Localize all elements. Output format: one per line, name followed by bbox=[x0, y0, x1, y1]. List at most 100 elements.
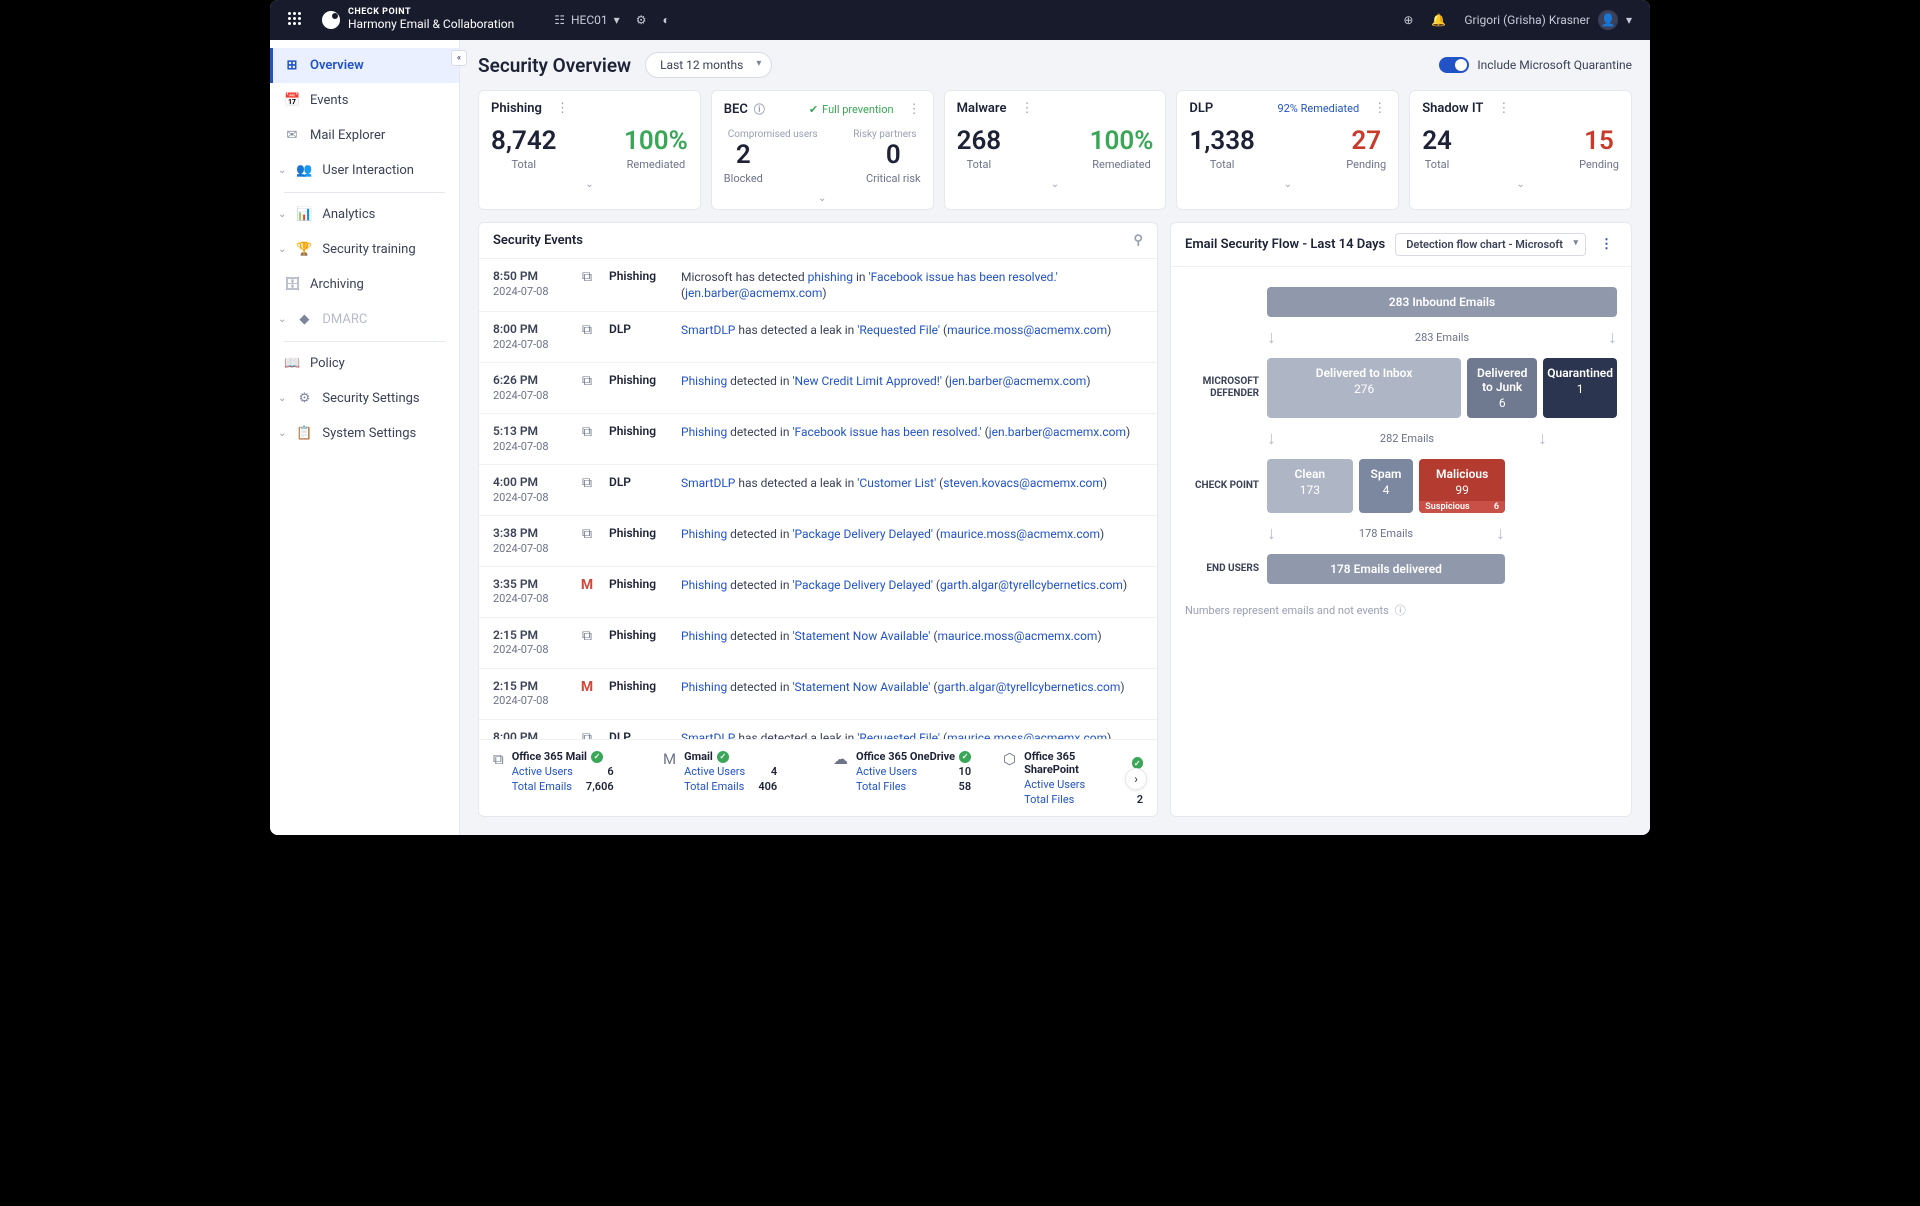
event-row[interactable]: 4:00 PM2024-07-08⧉DLPSmartDLP has detect… bbox=[479, 465, 1157, 516]
card-menu-icon[interactable]: ⋮ bbox=[908, 102, 921, 117]
expand-icon[interactable]: ⌄ bbox=[957, 179, 1154, 190]
flow-bar-spam[interactable]: Spam4 bbox=[1359, 459, 1414, 513]
card-title: BEC bbox=[724, 102, 748, 117]
sidebar-item-overview[interactable]: ⊞Overview bbox=[270, 48, 459, 83]
event-type: DLP bbox=[609, 730, 667, 740]
sidebar-label: User Interaction bbox=[322, 163, 414, 178]
info-icon[interactable]: ⓘ bbox=[1395, 602, 1406, 618]
info-icon[interactable]: ⓘ bbox=[754, 101, 765, 117]
arrow-down-icon: ↓ bbox=[1267, 327, 1276, 348]
event-source-icon: ⧉ bbox=[579, 322, 595, 338]
event-description: Phishing detected in 'Package Delivery D… bbox=[681, 577, 1143, 593]
event-row[interactable]: 3:38 PM2024-07-08⧉PhishingPhishing detec… bbox=[479, 516, 1157, 567]
sidebar-label: DMARC bbox=[322, 312, 367, 327]
notifications-bell-icon[interactable]: 🔔 bbox=[1431, 13, 1446, 27]
event-type: Phishing bbox=[609, 628, 667, 642]
sidebar-item-archiving[interactable]: 🗄Archiving bbox=[270, 267, 459, 302]
quarantine-toggle[interactable] bbox=[1439, 57, 1469, 73]
tenant-selector[interactable]: ☷ HEC01 ▾ bbox=[554, 13, 619, 27]
card-menu-icon[interactable]: ⋮ bbox=[1373, 101, 1386, 116]
card-title: Phishing bbox=[491, 101, 542, 116]
sidebar-icon: ◆ bbox=[296, 312, 312, 327]
event-row[interactable]: 8:00 PM2024-07-08⧉DLPSmartDLP has detect… bbox=[479, 312, 1157, 363]
flow-bar-clean[interactable]: Clean173 bbox=[1267, 459, 1353, 513]
event-source-icon: ⧉ bbox=[579, 730, 595, 740]
service-office-365-mail[interactable]: ⧉Office 365 Mail ✓Active Users6Total Ema… bbox=[493, 750, 633, 793]
flow-menu-icon[interactable]: ⋮ bbox=[1596, 237, 1617, 252]
event-source-icon: ⧉ bbox=[579, 475, 595, 491]
service-stat-key: Total Emails bbox=[684, 780, 744, 793]
event-row[interactable]: 2:15 PM2024-07-08MPhishingPhishing detec… bbox=[479, 669, 1157, 720]
user-name: Grigori (Grisha) Krasner bbox=[1464, 13, 1590, 27]
event-row[interactable]: 2:15 PM2024-07-08⧉PhishingPhishing detec… bbox=[479, 618, 1157, 669]
chevron-icon: ⌄ bbox=[278, 314, 286, 325]
card-malware: Malware⋮268Total100%Remediated⌄ bbox=[944, 90, 1167, 210]
event-row[interactable]: 8:50 PM2024-07-08⧉PhishingMicrosoft has … bbox=[479, 259, 1157, 312]
event-time: 8:00 PM2024-07-08 bbox=[493, 322, 565, 352]
sidebar-label: Security Settings bbox=[322, 391, 419, 406]
settings-gear-icon[interactable]: ⚙ bbox=[636, 13, 647, 27]
card-menu-icon[interactable]: ⋮ bbox=[1497, 101, 1510, 116]
event-row[interactable]: 6:26 PM2024-07-08⧉PhishingPhishing detec… bbox=[479, 363, 1157, 414]
flow-bar-quarantined[interactable]: Quarantined1 bbox=[1543, 358, 1617, 418]
flow-cp-label: CHECK POINT bbox=[1185, 480, 1267, 492]
services-next-button[interactable]: › bbox=[1125, 768, 1147, 790]
sidebar-item-user-interaction[interactable]: ⌄👥User Interaction bbox=[270, 153, 459, 188]
event-source-icon: ⧉ bbox=[579, 526, 595, 542]
event-row[interactable]: 5:13 PM2024-07-08⧉PhishingPhishing detec… bbox=[479, 414, 1157, 465]
card-menu-icon[interactable]: ⋮ bbox=[1020, 101, 1033, 116]
user-menu[interactable]: Grigori (Grisha) Krasner 👤 ▾ bbox=[1464, 10, 1632, 30]
service-icon: ☁ bbox=[833, 750, 848, 768]
flow-bar-malicious[interactable]: Malicious99Suspicious6 bbox=[1419, 459, 1505, 513]
card-shadow-it: Shadow IT⋮24Total15Pending⌄ bbox=[1409, 90, 1632, 210]
flow-bar-delivered-to-inbox[interactable]: Delivered to Inbox276 bbox=[1267, 358, 1461, 418]
metric-value: 100% bbox=[1090, 128, 1154, 154]
chevron-icon: ⌄ bbox=[278, 209, 286, 220]
sidebar-item-events[interactable]: 📅Events bbox=[270, 83, 459, 118]
shield-check-icon: ✔ bbox=[809, 103, 818, 116]
service-stat-key: Active Users bbox=[684, 765, 745, 778]
sidebar-item-policy[interactable]: 📖Policy bbox=[270, 346, 459, 381]
sidebar-item-security-training[interactable]: ⌄🏆Security training bbox=[270, 232, 459, 267]
flow-chart-selector[interactable]: Detection flow chart - Microsoft bbox=[1395, 233, 1586, 256]
event-type: Phishing bbox=[609, 679, 667, 693]
metric-value: 268 bbox=[957, 128, 1002, 154]
event-time: 8:50 PM2024-07-08 bbox=[493, 269, 565, 299]
metric-value: 100% bbox=[624, 128, 688, 154]
expand-icon[interactable]: ⌄ bbox=[1189, 179, 1386, 190]
expand-icon[interactable]: ⌄ bbox=[724, 193, 921, 204]
apps-grid-icon[interactable] bbox=[288, 12, 304, 28]
sidebar-collapse-button[interactable]: « bbox=[451, 50, 467, 66]
period-selector[interactable]: Last 12 months bbox=[645, 52, 772, 78]
event-type: Phishing bbox=[609, 577, 667, 591]
metric-value: 15 bbox=[1579, 128, 1619, 154]
service-stat-val: 7,606 bbox=[586, 780, 614, 793]
help-icon[interactable]: ⊕ bbox=[1403, 13, 1413, 27]
flow-bar-delivered-to-junk[interactable]: Delivered to Junk6 bbox=[1467, 358, 1537, 418]
sidebar-item-mail-explorer[interactable]: ✉Mail Explorer bbox=[270, 118, 459, 153]
logo-icon bbox=[322, 11, 340, 29]
connected-services: ⧉Office 365 Mail ✓Active Users6Total Ema… bbox=[479, 739, 1157, 816]
security-events-panel: Security Events ⚲ 8:50 PM2024-07-08⧉Phis… bbox=[478, 222, 1158, 817]
service-gmail[interactable]: MGmail ✓Active Users4Total Emails406 bbox=[663, 750, 803, 793]
event-row[interactable]: 8:00 PM2024-07-07⧉DLPSmartDLP has detect… bbox=[479, 720, 1157, 740]
sidebar-item-system-settings[interactable]: ⌄📋System Settings bbox=[270, 416, 459, 451]
event-source-icon: M bbox=[579, 679, 595, 695]
sidebar-item-analytics[interactable]: ⌄📊Analytics bbox=[270, 197, 459, 232]
event-description: SmartDLP has detected a leak in 'Custome… bbox=[681, 475, 1143, 491]
card-menu-icon[interactable]: ⋮ bbox=[556, 101, 569, 116]
sidebar-item-security-settings[interactable]: ⌄⚙Security Settings bbox=[270, 381, 459, 416]
theme-toggle-icon[interactable]: ◐ bbox=[662, 13, 669, 27]
sidebar-label: Policy bbox=[310, 356, 345, 371]
sidebar-item-dmarc[interactable]: ⌄ ◆ DMARC bbox=[270, 302, 459, 337]
service-office-365-onedrive[interactable]: ☁Office 365 OneDrive ✓Active Users10Tota… bbox=[833, 750, 973, 793]
filter-icon[interactable]: ⚲ bbox=[1133, 233, 1143, 248]
event-description: Microsoft has detected phishing in 'Face… bbox=[681, 269, 1143, 301]
event-source-icon: ⧉ bbox=[579, 373, 595, 389]
metric-label: Total bbox=[491, 158, 557, 171]
expand-icon[interactable]: ⌄ bbox=[1422, 179, 1619, 190]
metric-label: Remediated bbox=[624, 158, 688, 171]
service-office-365-sharepoint[interactable]: ⬡Office 365 SharePoint ✓Active Users2Tot… bbox=[1003, 750, 1143, 806]
expand-icon[interactable]: ⌄ bbox=[491, 179, 688, 190]
event-row[interactable]: 3:35 PM2024-07-08MPhishingPhishing detec… bbox=[479, 567, 1157, 618]
